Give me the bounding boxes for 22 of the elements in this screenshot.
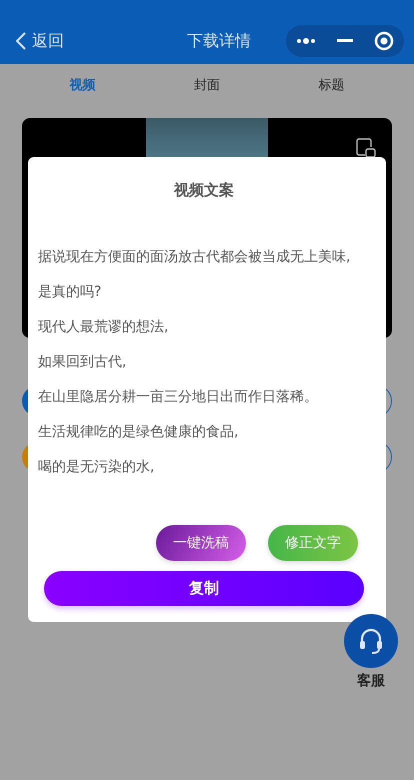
back-button[interactable]: 返回 <box>16 30 64 52</box>
paragraph: 喝的是无污染的水, <box>38 458 156 477</box>
paragraph: 据说现在方便面的面汤放古代都会被当成无上美味, <box>38 248 352 267</box>
copy-button[interactable]: 复制 <box>44 571 364 606</box>
action-button[interactable]: 一键洗稿 <box>156 525 246 561</box>
pip-icon[interactable] <box>356 138 376 158</box>
close-icon[interactable] <box>374 31 394 51</box>
more-icon[interactable] <box>296 37 316 45</box>
headset-icon <box>358 627 384 655</box>
paragraph: 如果回到古代, <box>38 353 128 372</box>
tab[interactable]: 标题 <box>312 74 351 96</box>
paragraph: 是真的吗? <box>38 283 102 302</box>
minimize-icon[interactable] <box>336 39 353 43</box>
page-title: 下载详情 <box>186 30 251 52</box>
dialog-title: 视频文案 <box>172 181 235 200</box>
tab[interactable]: 封面 <box>188 74 226 96</box>
back-icon <box>16 32 26 50</box>
customer-service-button[interactable] <box>344 614 398 668</box>
customer-service-label: 客服 <box>357 672 385 690</box>
paragraph: 现代人最荒谬的想法, <box>38 318 170 337</box>
paragraph: 在山里隐居分耕一亩三分地日出而作日落稀。 <box>38 388 319 407</box>
paragraph: 生活规律吃的是绿色健康的食品, <box>38 423 240 442</box>
